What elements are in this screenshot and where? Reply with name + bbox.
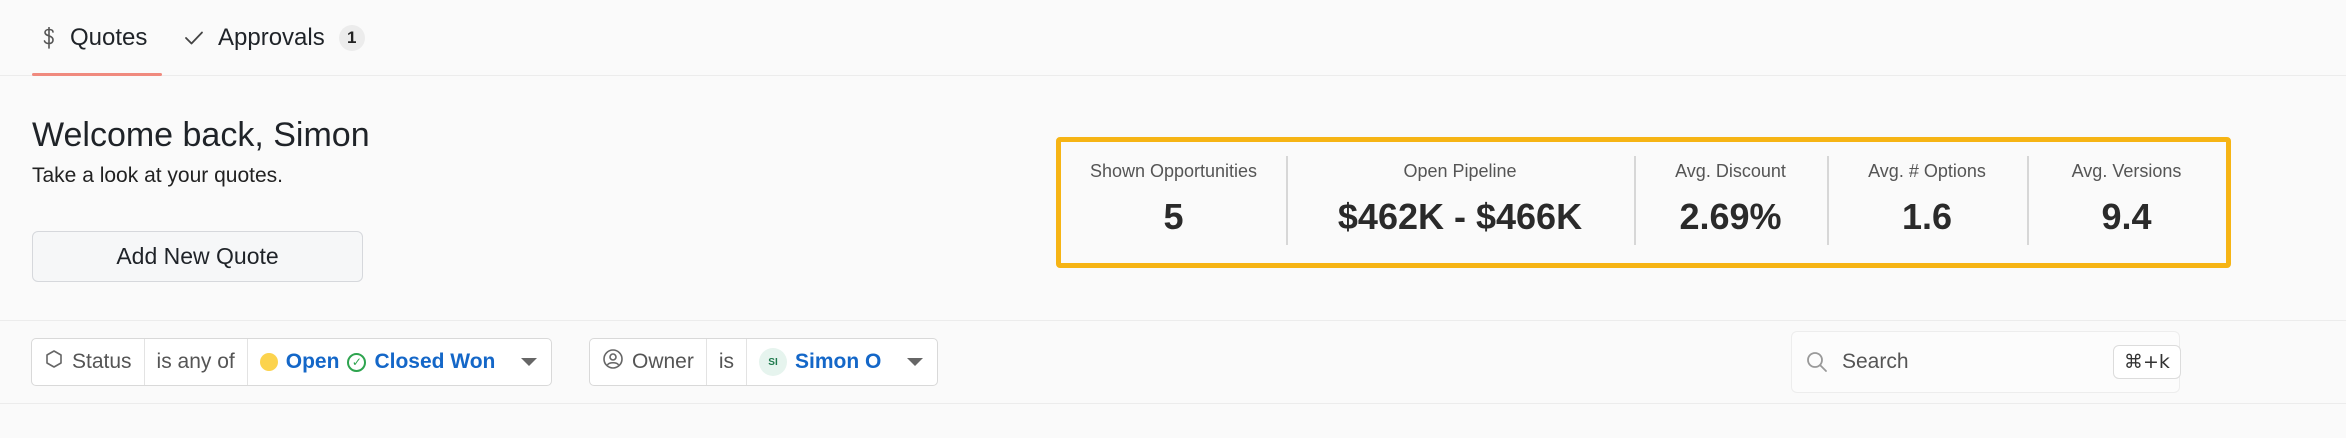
status-value-open: Open xyxy=(285,350,340,373)
stat-label: Avg. # Options xyxy=(1868,161,1986,181)
avatar: SI xyxy=(759,348,788,376)
stat-label: Open Pipeline xyxy=(1403,161,1517,181)
stat-value: 5 xyxy=(1163,196,1184,237)
stat-avg-versions: Avg. Versions 9.4 xyxy=(2027,142,2226,263)
stat-value: $462K - $466K xyxy=(1337,196,1583,237)
stat-open-pipeline: Open Pipeline $462K - $466K xyxy=(1286,142,1634,263)
status-filter-values[interactable]: Open ✓ Closed Won xyxy=(246,339,551,385)
keyboard-shortcut-hint: ⌘+k xyxy=(2113,345,2181,379)
add-new-quote-button[interactable]: Add New Quote xyxy=(32,231,363,282)
chevron-down-icon[interactable] xyxy=(521,358,537,366)
status-filter-field[interactable]: Status xyxy=(32,339,144,385)
stat-value: 9.4 xyxy=(2101,196,2152,237)
stats-panel: Shown Opportunities 5 Open Pipeline $462… xyxy=(1056,137,2231,268)
owner-value: Simon O xyxy=(795,350,882,373)
owner-filter-field[interactable]: Owner xyxy=(590,339,706,385)
stat-label: Avg. Versions xyxy=(2071,161,2182,181)
stat-avg-discount: Avg. Discount 2.69% xyxy=(1634,142,1827,263)
stat-value: 1.6 xyxy=(1901,196,1953,237)
status-value-closed-won: Closed Won xyxy=(374,350,496,373)
stat-avg-options: Avg. # Options 1.6 xyxy=(1827,142,2027,263)
owner-filter-operator-label: is xyxy=(718,350,735,373)
check-icon xyxy=(184,30,204,46)
tab-approvals-label: Approvals xyxy=(218,24,325,51)
stat-shown-opportunities: Shown Opportunities 5 xyxy=(1061,142,1286,263)
status-filter-field-label: Status xyxy=(72,350,132,373)
search-icon xyxy=(1804,349,1830,375)
tab-quotes-label: Quotes xyxy=(70,24,148,51)
tab-approvals[interactable]: Approvals 1 xyxy=(184,0,365,76)
check-circle-icon: ✓ xyxy=(347,352,367,372)
stat-value: 2.69% xyxy=(1679,196,1782,237)
search-input[interactable] xyxy=(1842,350,2113,374)
hexagon-icon xyxy=(44,349,64,375)
stat-label: Shown Opportunities xyxy=(1089,161,1258,181)
welcome-subtitle: Take a look at your quotes. xyxy=(32,164,283,187)
status-filter[interactable]: Status is any of Open ✓ Closed Won xyxy=(31,338,552,386)
owner-filter-values[interactable]: SI Simon O xyxy=(746,339,937,385)
welcome-title: Welcome back, Simon xyxy=(32,116,370,154)
tab-quotes[interactable]: Quotes xyxy=(32,0,162,76)
owner-filter[interactable]: Owner is SI Simon O xyxy=(589,338,938,386)
owner-filter-operator[interactable]: is xyxy=(705,339,746,385)
owner-filter-field-label: Owner xyxy=(632,350,694,373)
dollar-icon xyxy=(42,27,56,49)
user-circle-icon xyxy=(602,348,624,376)
tab-bar: Quotes Approvals 1 xyxy=(0,0,2346,76)
search-box[interactable]: ⌘+k xyxy=(1791,331,2181,393)
status-filter-operator-label: is any of xyxy=(156,350,235,373)
approvals-count-badge: 1 xyxy=(338,25,365,51)
chevron-down-icon[interactable] xyxy=(907,358,923,366)
stat-label: Avg. Discount xyxy=(1675,161,1786,181)
status-filter-operator[interactable]: is any of xyxy=(143,339,247,385)
open-status-dot-icon xyxy=(259,353,278,371)
